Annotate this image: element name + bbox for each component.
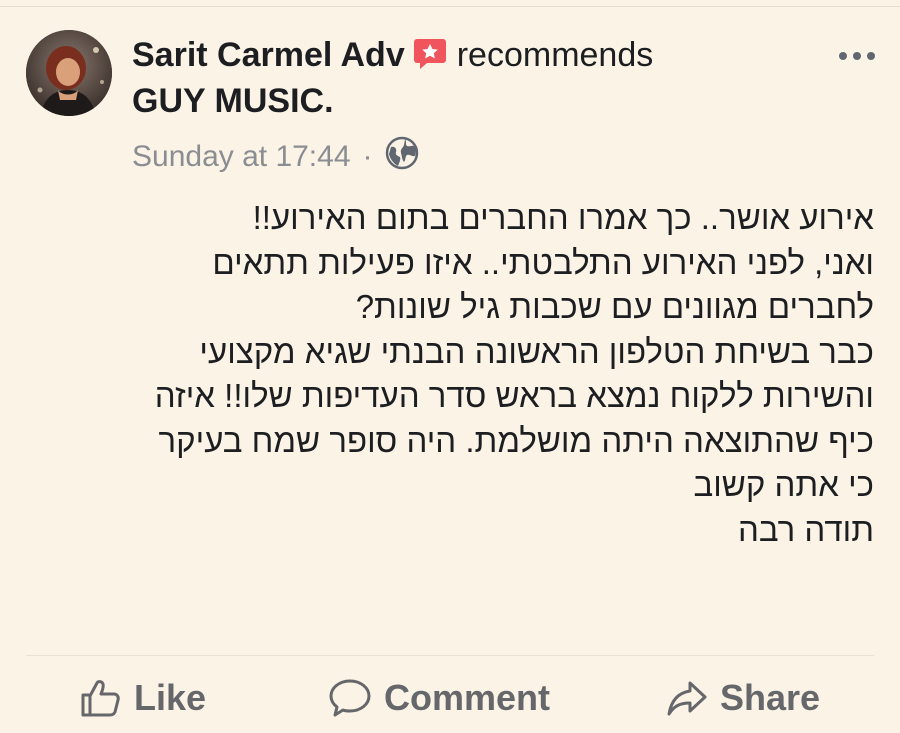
body-line: כבר בשיחת הטלפון הראשונה הבנתי שגיא מקצו… <box>199 332 874 370</box>
like-label: Like <box>134 677 207 718</box>
post-body: אירוע אושר.. כך אמרו החברים בתום האירוע!… <box>24 196 874 552</box>
recommendation-post: Sarit Carmel Adv recommends GUY MUSIC. Su… <box>0 0 900 733</box>
like-button[interactable]: Like <box>80 668 206 728</box>
actions-divider <box>26 655 874 656</box>
timestamp[interactable]: Sunday at 17:44 <box>132 140 351 174</box>
avatar-photo <box>26 30 112 116</box>
meta-separator: · <box>362 140 373 173</box>
globe-icon[interactable] <box>385 136 419 178</box>
body-line: אירוע אושר.. כך אמרו החברים בתום האירוע!… <box>252 199 874 236</box>
comment-button[interactable]: Comment <box>328 668 550 728</box>
share-arrow-icon <box>667 681 707 716</box>
comment-bubble-icon <box>329 679 371 717</box>
share-label: Share <box>720 677 821 718</box>
page-name[interactable]: GUY MUSIC. <box>132 80 792 122</box>
thumbs-up-icon <box>81 680 120 717</box>
recommends-text: recommends <box>456 36 654 74</box>
body-line: תודה רבה <box>737 510 874 548</box>
body-line: ואני, לפני האירוע התלבטתי.. איזו פעילות … <box>212 243 874 281</box>
body-line: והשירות ללקוח נמצא בראש סדר העדיפות שלו!… <box>154 377 874 414</box>
share-button[interactable]: Share <box>666 668 820 728</box>
header-line: Sarit Carmel Adv recommends <box>132 34 792 80</box>
author-name[interactable]: Sarit Carmel Adv <box>132 36 405 74</box>
body-line: כיף שהתוצאה היתה מושלמת. היה סופר שמח בע… <box>158 421 874 459</box>
more-options-icon[interactable] <box>838 40 876 61</box>
avatar[interactable] <box>26 30 112 116</box>
recommend-badge-icon <box>413 36 447 80</box>
body-line: לחברים מגוונים עם שכבות גיל שונות? <box>355 288 874 325</box>
post-header: Sarit Carmel Adv recommends GUY MUSIC. <box>132 34 792 122</box>
body-line: כי אתה קשוב <box>693 466 874 503</box>
action-bar: Like Comment Share <box>0 668 900 728</box>
comment-label: Comment <box>384 677 551 718</box>
post-meta: Sunday at 17:44 · <box>132 136 419 178</box>
